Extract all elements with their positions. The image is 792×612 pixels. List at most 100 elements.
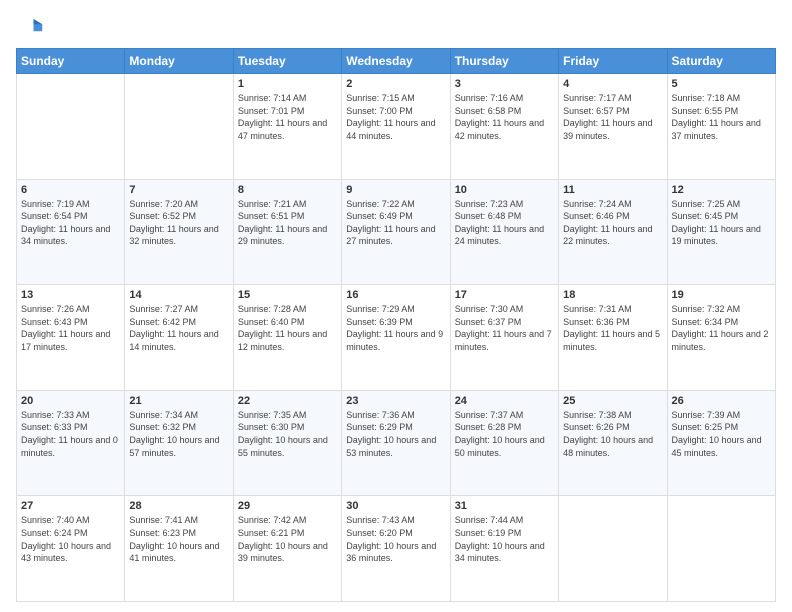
day-number: 19 [672, 289, 771, 301]
day-number: 26 [672, 395, 771, 407]
day-info: Sunrise: 7:39 AMSunset: 6:25 PMDaylight:… [672, 409, 771, 459]
day-number: 7 [129, 184, 228, 196]
calendar-cell: 28 Sunrise: 7:41 AMSunset: 6:23 PMDayligh… [125, 496, 233, 602]
day-number: 3 [455, 78, 554, 90]
day-info: Sunrise: 7:33 AMSunset: 6:33 PMDaylight:… [21, 409, 120, 459]
calendar-cell: 14 Sunrise: 7:27 AMSunset: 6:42 PMDayligh… [125, 285, 233, 391]
day-info: Sunrise: 7:35 AMSunset: 6:30 PMDaylight:… [238, 409, 337, 459]
weekday-tuesday: Tuesday [233, 49, 341, 74]
page: SundayMondayTuesdayWednesdayThursdayFrid… [0, 0, 792, 612]
day-number: 9 [346, 184, 445, 196]
weekday-header-row: SundayMondayTuesdayWednesdayThursdayFrid… [17, 49, 776, 74]
day-number: 11 [563, 184, 662, 196]
calendar-cell: 18Sunrise: 7:31 AMSunset: 6:36 PMDayligh… [559, 285, 667, 391]
day-info: Sunrise: 7:25 AMSunset: 6:45 PMDaylight:… [672, 198, 771, 248]
calendar-cell: 22Sunrise: 7:35 AMSunset: 6:30 PMDayligh… [233, 390, 341, 496]
day-number: 4 [563, 78, 662, 90]
day-info: Sunrise: 7:43 AMSunset: 6:20 PMDaylight:… [346, 514, 445, 564]
calendar-cell: 27Sunrise: 7:40 AMSunset: 6:24 PMDayligh… [17, 496, 125, 602]
day-info: Sunrise: 7:16 AMSunset: 6:58 PMDaylight:… [455, 92, 554, 142]
day-number: 20 [21, 395, 120, 407]
week-row-2: 6Sunrise: 7:19 AMSunset: 6:54 PMDaylight… [17, 179, 776, 285]
day-info: Sunrise: 7:34 AMSunset: 6:32 PMDaylight:… [129, 409, 228, 459]
calendar-cell [125, 74, 233, 180]
weekday-monday: Monday [125, 49, 233, 74]
calendar-cell: 11 Sunrise: 7:24 AMSunset: 6:46 PMDayligh… [559, 179, 667, 285]
calendar-cell: 5 Sunrise: 7:18 AMSunset: 6:55 PMDaylight… [667, 74, 775, 180]
weekday-saturday: Saturday [667, 49, 775, 74]
day-number: 29 [238, 500, 337, 512]
day-info: Sunrise: 7:19 AMSunset: 6:54 PMDaylight:… [21, 198, 120, 248]
calendar-cell: 21 Sunrise: 7:34 AMSunset: 6:32 PMDayligh… [125, 390, 233, 496]
logo-icon [16, 12, 44, 40]
day-number: 23 [346, 395, 445, 407]
calendar-cell: 17 Sunrise: 7:30 AMSunset: 6:37 PMDayligh… [450, 285, 558, 391]
calendar-cell: 6Sunrise: 7:19 AMSunset: 6:54 PMDaylight… [17, 179, 125, 285]
calendar-cell: 3 Sunrise: 7:16 AMSunset: 6:58 PMDaylight… [450, 74, 558, 180]
day-number: 14 [129, 289, 228, 301]
week-row-4: 20 Sunrise: 7:33 AMSunset: 6:33 PMDayligh… [17, 390, 776, 496]
day-info: Sunrise: 7:27 AMSunset: 6:42 PMDaylight:… [129, 303, 228, 353]
day-info: Sunrise: 7:23 AMSunset: 6:48 PMDaylight:… [455, 198, 554, 248]
week-row-3: 13 Sunrise: 7:26 AMSunset: 6:43 PMDayligh… [17, 285, 776, 391]
calendar-cell [667, 496, 775, 602]
day-info: Sunrise: 7:28 AMSunset: 6:40 PMDaylight:… [238, 303, 337, 353]
day-info: Sunrise: 7:21 AMSunset: 6:51 PMDaylight:… [238, 198, 337, 248]
day-info: Sunrise: 7:18 AMSunset: 6:55 PMDaylight:… [672, 92, 771, 142]
day-number: 31 [455, 500, 554, 512]
day-number: 2 [346, 78, 445, 90]
day-info: Sunrise: 7:37 AMSunset: 6:28 PMDaylight:… [455, 409, 554, 459]
day-number: 13 [21, 289, 120, 301]
day-info: Sunrise: 7:24 AMSunset: 6:46 PMDaylight:… [563, 198, 662, 248]
day-number: 17 [455, 289, 554, 301]
day-info: Sunrise: 7:32 AMSunset: 6:34 PMDaylight:… [672, 303, 771, 353]
calendar-cell: 19 Sunrise: 7:32 AMSunset: 6:34 PMDayligh… [667, 285, 775, 391]
day-info: Sunrise: 7:31 AMSunset: 6:36 PMDaylight:… [563, 303, 662, 353]
calendar-cell: 7 Sunrise: 7:20 AMSunset: 6:52 PMDaylight… [125, 179, 233, 285]
day-number: 10 [455, 184, 554, 196]
calendar-cell: 9Sunrise: 7:22 AMSunset: 6:49 PMDaylight… [342, 179, 450, 285]
day-number: 15 [238, 289, 337, 301]
day-number: 28 [129, 500, 228, 512]
calendar-cell: 1 Sunrise: 7:14 AMSunset: 7:01 PMDaylight… [233, 74, 341, 180]
day-info: Sunrise: 7:14 AMSunset: 7:01 PMDaylight:… [238, 92, 337, 142]
weekday-thursday: Thursday [450, 49, 558, 74]
calendar-cell: 4Sunrise: 7:17 AMSunset: 6:57 PMDaylight… [559, 74, 667, 180]
calendar-cell: 8 Sunrise: 7:21 AMSunset: 6:51 PMDaylight… [233, 179, 341, 285]
calendar-cell: 2 Sunrise: 7:15 AMSunset: 7:00 PMDaylight… [342, 74, 450, 180]
day-info: Sunrise: 7:15 AMSunset: 7:00 PMDaylight:… [346, 92, 445, 142]
calendar-cell: 16 Sunrise: 7:29 AMSunset: 6:39 PMDayligh… [342, 285, 450, 391]
week-row-5: 27Sunrise: 7:40 AMSunset: 6:24 PMDayligh… [17, 496, 776, 602]
calendar-cell: 31 Sunrise: 7:44 AMSunset: 6:19 PMDayligh… [450, 496, 558, 602]
day-number: 25 [563, 395, 662, 407]
day-number: 5 [672, 78, 771, 90]
calendar-cell: 29 Sunrise: 7:42 AMSunset: 6:21 PMDayligh… [233, 496, 341, 602]
day-info: Sunrise: 7:42 AMSunset: 6:21 PMDaylight:… [238, 514, 337, 564]
weekday-sunday: Sunday [17, 49, 125, 74]
day-info: Sunrise: 7:26 AMSunset: 6:43 PMDaylight:… [21, 303, 120, 353]
calendar-cell: 15 Sunrise: 7:28 AMSunset: 6:40 PMDayligh… [233, 285, 341, 391]
day-number: 16 [346, 289, 445, 301]
logo [16, 12, 48, 40]
calendar-cell [559, 496, 667, 602]
day-number: 21 [129, 395, 228, 407]
day-info: Sunrise: 7:44 AMSunset: 6:19 PMDaylight:… [455, 514, 554, 564]
calendar-cell: 30 Sunrise: 7:43 AMSunset: 6:20 PMDayligh… [342, 496, 450, 602]
day-number: 8 [238, 184, 337, 196]
day-info: Sunrise: 7:36 AMSunset: 6:29 PMDaylight:… [346, 409, 445, 459]
day-number: 30 [346, 500, 445, 512]
day-info: Sunrise: 7:20 AMSunset: 6:52 PMDaylight:… [129, 198, 228, 248]
calendar-cell [17, 74, 125, 180]
day-number: 12 [672, 184, 771, 196]
calendar-cell: 23 Sunrise: 7:36 AMSunset: 6:29 PMDayligh… [342, 390, 450, 496]
calendar-cell: 13 Sunrise: 7:26 AMSunset: 6:43 PMDayligh… [17, 285, 125, 391]
day-info: Sunrise: 7:41 AMSunset: 6:23 PMDaylight:… [129, 514, 228, 564]
calendar-cell: 24Sunrise: 7:37 AMSunset: 6:28 PMDayligh… [450, 390, 558, 496]
day-number: 1 [238, 78, 337, 90]
day-info: Sunrise: 7:30 AMSunset: 6:37 PMDaylight:… [455, 303, 554, 353]
calendar-table: SundayMondayTuesdayWednesdayThursdayFrid… [16, 48, 776, 602]
weekday-friday: Friday [559, 49, 667, 74]
day-info: Sunrise: 7:29 AMSunset: 6:39 PMDaylight:… [346, 303, 445, 353]
calendar-cell: 20 Sunrise: 7:33 AMSunset: 6:33 PMDayligh… [17, 390, 125, 496]
calendar-cell: 10 Sunrise: 7:23 AMSunset: 6:48 PMDayligh… [450, 179, 558, 285]
